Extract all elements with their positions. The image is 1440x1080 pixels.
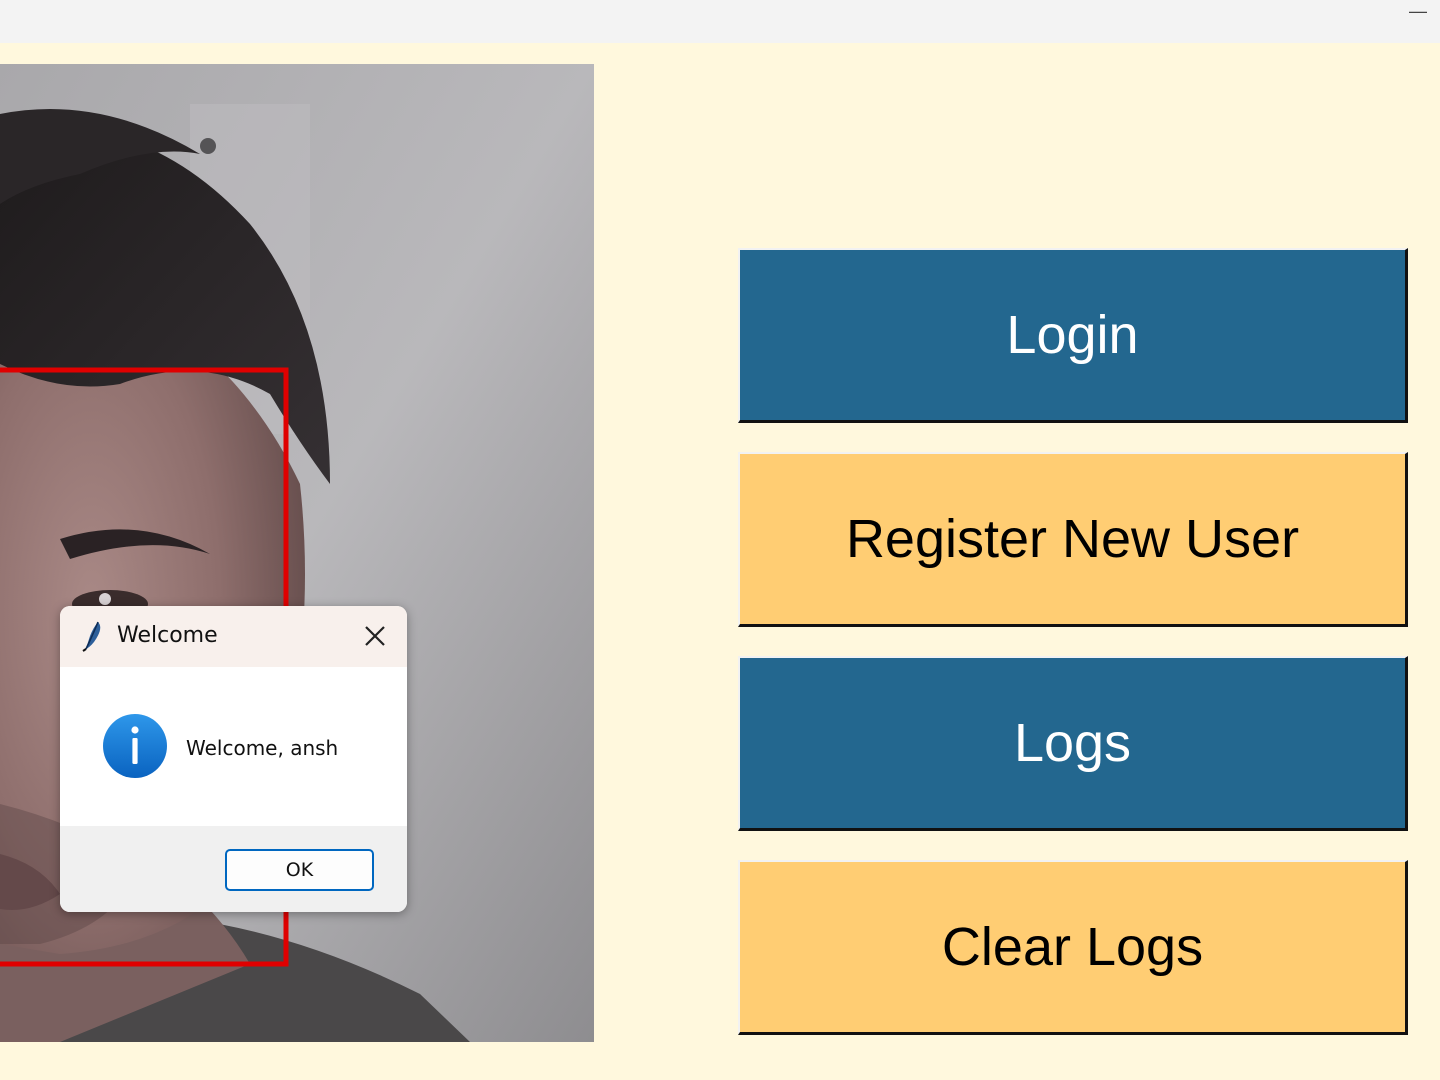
- close-icon[interactable]: [361, 622, 389, 650]
- dialog-message: Welcome, ansh: [186, 736, 339, 760]
- dialog-title: Welcome: [117, 623, 218, 648]
- info-icon: [103, 714, 167, 778]
- feather-icon: [82, 621, 101, 652]
- clear-logs-button[interactable]: Clear Logs: [738, 860, 1408, 1035]
- logs-button[interactable]: Logs: [738, 656, 1408, 831]
- login-button[interactable]: Login: [738, 248, 1408, 423]
- minimize-button[interactable]: —: [1408, 2, 1428, 20]
- register-new-user-button[interactable]: Register New User: [738, 452, 1408, 627]
- dialog-footer: OK: [60, 826, 407, 912]
- ok-button[interactable]: OK: [225, 849, 374, 891]
- welcome-dialog: Welcome Welcome, ansh OK: [60, 606, 407, 912]
- dialog-titlebar: Welcome: [60, 606, 407, 667]
- dialog-body: Welcome, ansh: [60, 667, 407, 826]
- app-window: Login Register New User Logs Clear Logs …: [0, 43, 1440, 1080]
- window-titlebar: —: [0, 0, 1440, 43]
